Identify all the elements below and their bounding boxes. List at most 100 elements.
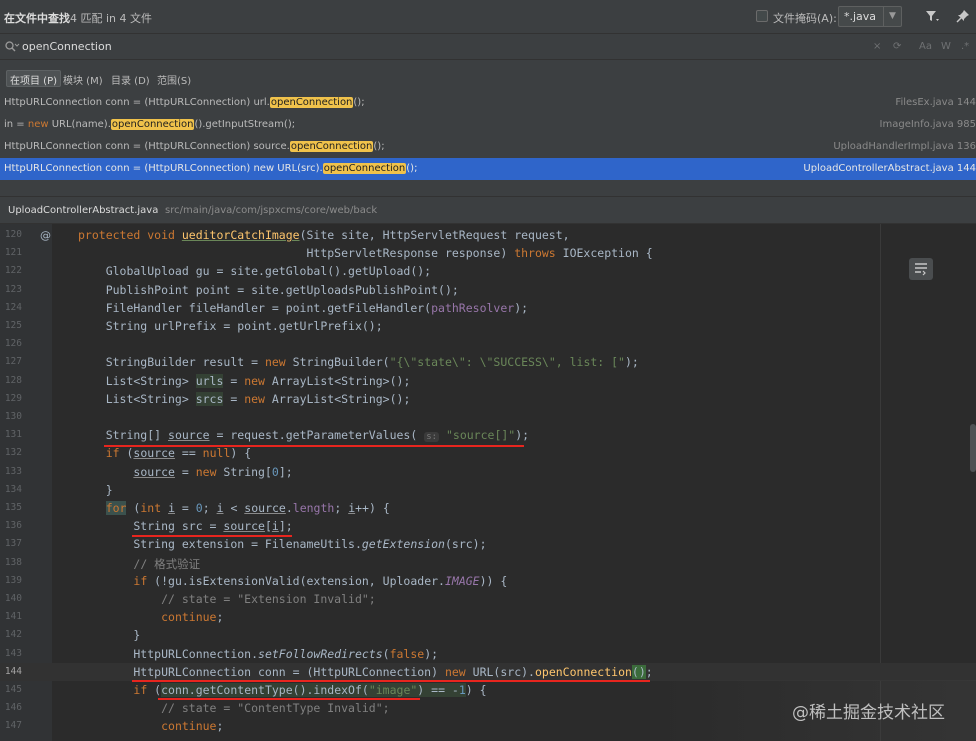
line-number: 129 [4, 392, 22, 404]
chevron-down-icon: ▼ [883, 7, 901, 26]
code-text: String[] source = request.getParameterVa… [78, 428, 530, 443]
code-text: } [78, 482, 113, 497]
pin-icon[interactable] [955, 8, 971, 24]
line-number: 140 [4, 593, 22, 604]
preview-path-bar: UploadControllerAbstract.java src/main/j… [0, 196, 976, 224]
new-line-icon[interactable]: ⟳ [893, 41, 901, 52]
result-row-selected[interactable]: HttpURLConnection conn = (HttpURLConnect… [0, 158, 976, 180]
vertical-scrollbar[interactable] [970, 424, 976, 472]
code-text: FileHandler fileHandler = point.getFileH… [78, 300, 529, 315]
result-text: HttpURLConnection conn = (HttpURLConnect… [4, 136, 385, 158]
code-text: List<String> srcs = new ArrayList<String… [78, 391, 411, 406]
line-number: 132 [4, 447, 22, 459]
code-line: 136 String src = source[i]; [0, 517, 976, 535]
result-row[interactable]: HttpURLConnection conn = (HttpURLConnect… [0, 92, 976, 114]
code-line: 138 // 格式验证 [0, 554, 976, 572]
line-number: 144 [4, 665, 22, 677]
result-before: in = [4, 119, 28, 130]
line-number: 138 [4, 556, 22, 568]
annotation-underline [132, 535, 292, 537]
code-line: 126 [0, 335, 976, 353]
code-comment: // 格式验证 [78, 556, 200, 572]
comment-text: // 格式验证 [133, 556, 201, 571]
result-after: (); [353, 97, 365, 108]
clear-icon[interactable]: × [873, 41, 881, 52]
result-before: HttpURLConnection conn = (HttpURLConnect… [4, 163, 323, 174]
result-text: in = new URL(name).openConnection().getI… [4, 114, 295, 136]
result-after: (); [373, 141, 385, 152]
code-text: if (conn.getContentType().indexOf("image… [133, 683, 487, 697]
code-text: String src = source[i]; [78, 519, 293, 534]
line-number: 127 [4, 356, 22, 368]
comment-text: // state = "Extension Invalid"; [161, 592, 376, 606]
file-mask-label: 文件掩码(A): [773, 12, 837, 25]
search-icon [5, 41, 20, 52]
result-text: HttpURLConnection conn = (HttpURLConnect… [4, 92, 365, 114]
code-line: 131 String[] source = request.getParamet… [0, 426, 976, 444]
scope-tab-project[interactable]: 在项目 (P) [6, 70, 62, 87]
line-number: 122 [4, 265, 22, 277]
result-row[interactable]: in = new URL(name).openConnection().getI… [0, 114, 976, 136]
line-number: 137 [4, 538, 22, 550]
filter-icon[interactable] [924, 8, 940, 24]
file-mask-value: *.java [844, 10, 877, 23]
line-number: 121 [4, 247, 22, 259]
code-line: 141 continue; [0, 608, 976, 626]
code-line-current: 144 HttpURLConnection conn = (HttpURLCon… [0, 662, 976, 681]
code-line: 140 // state = "Extension Invalid"; [0, 590, 976, 608]
code-editor[interactable]: 120 @ protected void ueditorCatchImage(S… [0, 224, 976, 741]
result-before: HttpURLConnection conn = (HttpURLConnect… [4, 97, 270, 108]
reader-mode-button[interactable] [909, 258, 933, 280]
code-line: 142 } [0, 626, 976, 644]
regex-icon[interactable]: .* [961, 41, 969, 52]
code-line: 133 source = new String[0]; [0, 463, 976, 481]
line-number: 125 [4, 320, 22, 331]
code-text: source = new String[0]; [133, 464, 293, 479]
scope-tab-module[interactable]: 模块 (M) [59, 70, 107, 87]
line-number: 142 [4, 629, 22, 641]
code-text: HttpServletResponse response) throws IOE… [78, 246, 653, 261]
code-line: 132 if (source == null) { [0, 444, 976, 462]
scope-tab-scope[interactable]: 范围(S) [153, 70, 195, 87]
code-line: 122 GlobalUpload gu = site.getGlobal().g… [0, 262, 976, 280]
annotation-underline [132, 680, 650, 682]
line-number: 124 [4, 301, 22, 313]
line-number: 146 [4, 702, 22, 714]
code-text: StringBuilder result = new StringBuilder… [78, 355, 639, 370]
result-keyword: new [27, 119, 49, 130]
code-text: HttpURLConnection conn = (HttpURLConnect… [78, 664, 653, 679]
match-summary: 4 匹配 in 4 文件 [70, 12, 153, 25]
code-line: 125 String urlPrefix = point.getUrlPrefi… [0, 317, 976, 335]
match-highlight: openConnection [322, 163, 407, 174]
result-before: HttpURLConnection conn = (HttpURLConnect… [4, 141, 290, 152]
match-highlight: openConnection [269, 97, 354, 108]
result-file: FilesEx.java 144 [895, 97, 976, 108]
result-row[interactable]: HttpURLConnection conn = (HttpURLConnect… [0, 136, 976, 158]
whole-words-icon[interactable]: W [941, 41, 951, 52]
preview-file-name: UploadControllerAbstract.java [8, 205, 159, 216]
file-mask-checkbox[interactable] [756, 10, 768, 22]
annotation-underline [104, 445, 524, 447]
scope-tabs: 在项目 (P) 模块 (M) 目录 (D) 范围(S) [0, 60, 976, 92]
code-comment: // state = "ContentType Invalid"; [78, 701, 389, 715]
code-line: 123 PublishPoint point = site.getUploads… [0, 281, 976, 299]
code-line: 121 HttpServletResponse response) throws… [0, 244, 976, 262]
code-line: 137 String extension = FilenameUtils.get… [0, 535, 976, 553]
search-input[interactable]: openConnection [22, 40, 112, 53]
file-mask-select[interactable]: *.java ▼ [838, 6, 902, 27]
search-bar: openConnection × ⟳ Aa W .* [0, 34, 976, 60]
result-file: ImageInfo.java 985 [879, 119, 976, 130]
scope-tab-directory[interactable]: 目录 (D) [107, 70, 154, 87]
code-line: 129 List<String> srcs = new ArrayList<St… [0, 390, 976, 408]
match-case-icon[interactable]: Aa [919, 41, 932, 52]
code-text: continue; [161, 610, 224, 625]
line-number: 139 [4, 574, 22, 586]
results-list: HttpURLConnection conn = (HttpURLConnect… [0, 92, 976, 196]
code-text: } [78, 628, 141, 643]
find-in-files-header: 在文件中查找 4 匹配 in 4 文件 文件掩码(A): *.java ▼ [0, 0, 976, 34]
line-number: 143 [4, 647, 22, 659]
line-number: 133 [4, 465, 22, 477]
line-number: 130 [4, 411, 22, 422]
dialog-title: 在文件中查找 [4, 12, 70, 25]
code-text: PublishPoint point = site.getUploadsPubl… [78, 282, 459, 297]
